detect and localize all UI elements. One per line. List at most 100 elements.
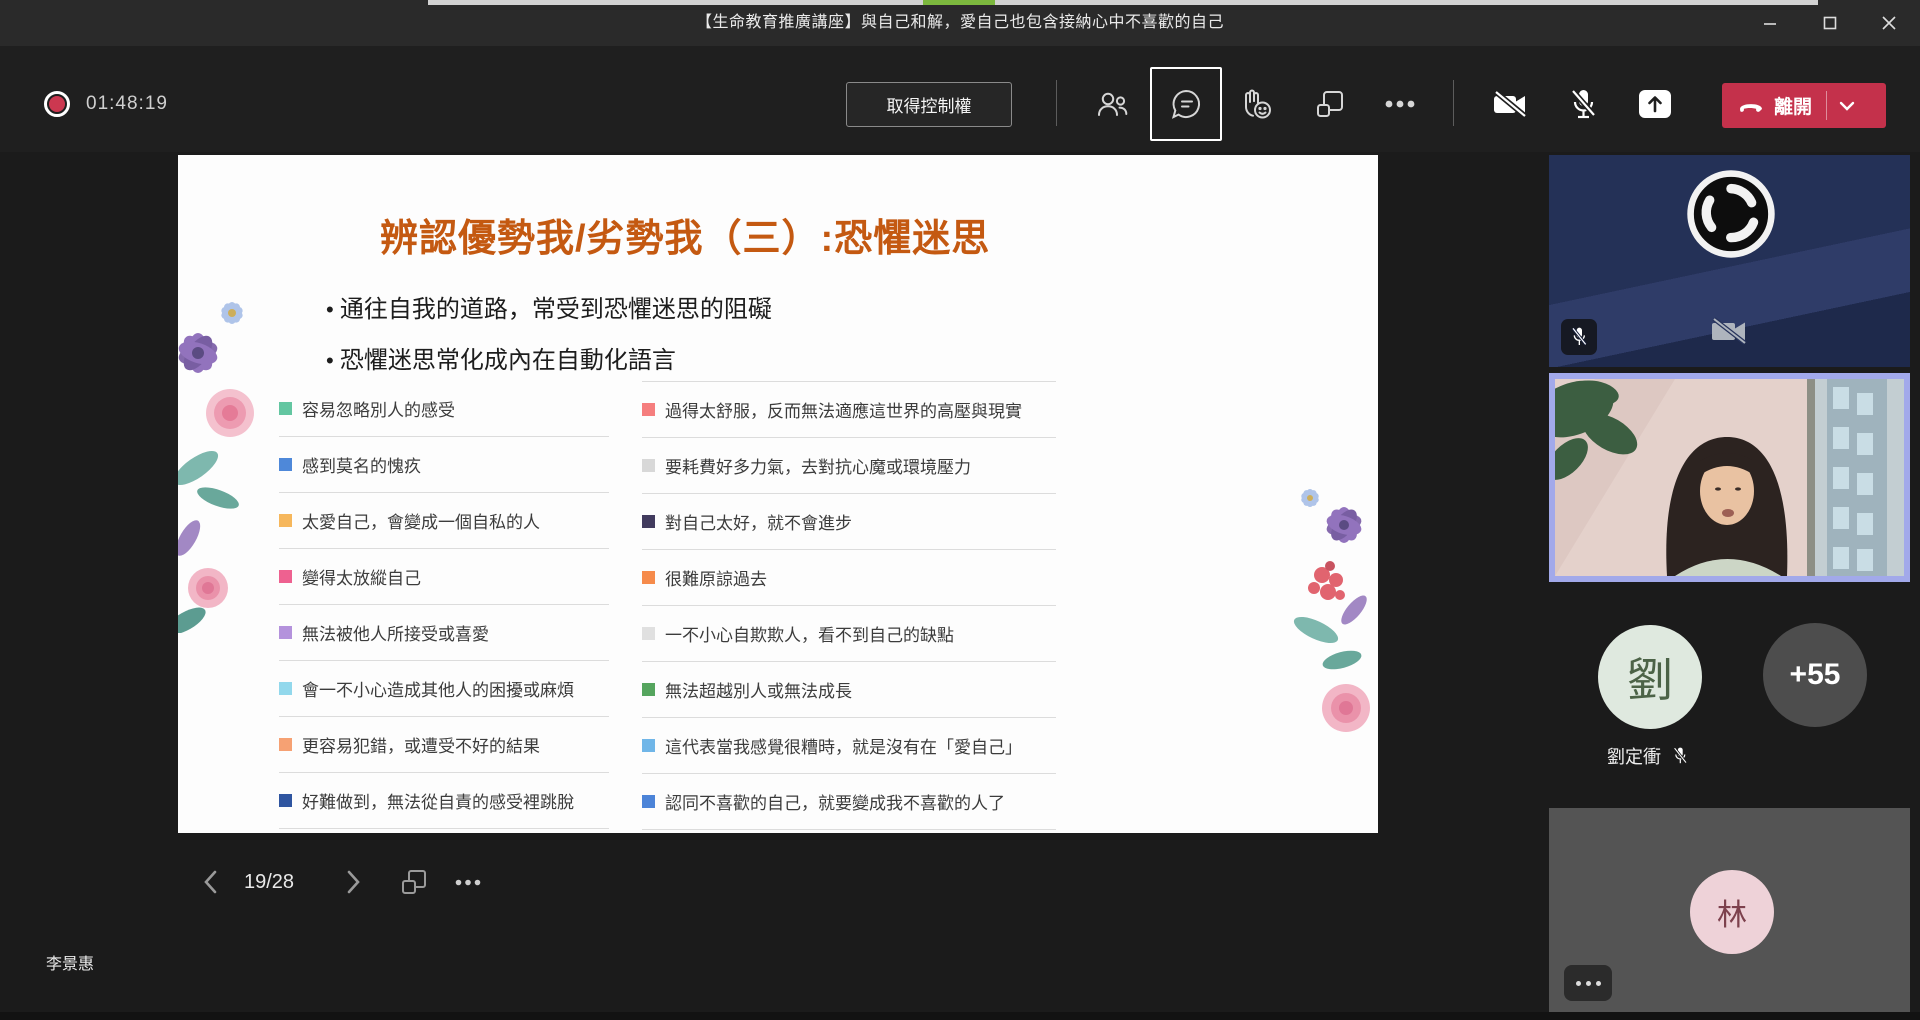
avatar-initial: 林 — [1717, 890, 1747, 934]
breakout-rooms-button[interactable] — [1308, 84, 1352, 124]
list-item: 無法被他人所接受或喜愛 — [279, 605, 609, 661]
legend-square — [642, 515, 655, 528]
participants-button[interactable] — [1090, 84, 1134, 124]
legend-square — [279, 514, 292, 527]
list-item-text: 很難原諒過去 — [665, 565, 767, 590]
list-item: 容易忽略別人的感受 — [279, 381, 609, 437]
hangup-phone-icon — [1738, 99, 1764, 112]
fear-list-right-column: 過得太舒服，反而無法適應這世界的高壓與現實 要耗費好多力氣，去對抗心魔或環境壓力… — [642, 381, 1056, 830]
chevron-left-icon — [203, 870, 217, 894]
list-item: 會一不小心造成其他人的困擾或麻煩 — [279, 661, 609, 717]
list-item-text: 會一不小心造成其他人的困擾或麻煩 — [302, 676, 574, 701]
legend-square — [642, 739, 655, 752]
slide-grid-icon — [400, 868, 428, 896]
next-slide-button[interactable] — [340, 868, 368, 896]
maximize-icon — [1823, 16, 1837, 30]
video-tile-obs[interactable] — [1549, 155, 1910, 367]
flower-decoration-left — [178, 283, 262, 633]
list-item: 對自己太好，就不會進步 — [642, 494, 1056, 550]
list-item: 感到莫名的愧疚 — [279, 437, 609, 493]
legend-square — [642, 459, 655, 472]
speaker-video-frame — [1555, 379, 1904, 576]
list-item: 更容易犯錯，或遭受不好的結果 — [279, 717, 609, 773]
overflow-count: +55 — [1790, 658, 1841, 692]
list-item: 無法超越別人或無法成長 — [642, 662, 1056, 718]
video-tile-lin[interactable]: 林 — [1549, 808, 1910, 1013]
list-item: 太愛自己，會變成一個自私的人 — [279, 493, 609, 549]
list-item: 很難原諒過去 — [642, 550, 1056, 606]
list-item-text: 好難做到，無法從自責的感受裡跳脫 — [302, 788, 574, 813]
leave-options-button[interactable] — [1839, 101, 1855, 111]
participant-name-row: 劉定衝 — [1607, 743, 1689, 769]
mic-toggle-button[interactable] — [1561, 84, 1605, 124]
list-item: 這代表當我感覺很糟時，就是沒有在「愛自己」 — [642, 718, 1056, 774]
more-actions-button[interactable] — [1378, 84, 1422, 124]
toolbar-divider — [1056, 80, 1057, 126]
previous-slide-button[interactable] — [196, 868, 224, 896]
meeting-toolbar: 01:48:19 取得控制權 — [0, 46, 1920, 152]
leave-button[interactable]: 離開 — [1722, 83, 1886, 128]
mic-off-icon — [1569, 326, 1589, 348]
list-item-text: 變得太放縱自己 — [302, 564, 421, 589]
share-screen-button[interactable] — [1633, 84, 1677, 124]
mic-off-icon — [1671, 746, 1689, 766]
list-item: 好難做到，無法從自責的感受裡跳脫 — [279, 773, 609, 829]
legend-square — [279, 626, 292, 639]
window-bottom-edge — [0, 1012, 1920, 1020]
avatar-initial: 劉 — [1627, 644, 1673, 710]
list-item-text: 無法被他人所接受或喜愛 — [302, 620, 489, 645]
fear-list-left-column: 容易忽略別人的感受 感到莫名的愧疚 太愛自己，會變成一個自私的人 變得太放縱自己… — [279, 381, 609, 829]
camera-toggle-button[interactable] — [1488, 84, 1532, 124]
mic-muted-badge — [1561, 319, 1597, 355]
slide-bullets: 通往自我的道路，常受到恐懼迷思的阻礙 恐懼迷思常化成內在自動化語言 — [326, 277, 772, 379]
list-item-text: 一不小心自欺欺人，看不到自己的缺點 — [665, 621, 954, 646]
tile-more-options-button[interactable] — [1564, 965, 1612, 1001]
camera-off-icon — [1491, 89, 1529, 119]
chat-icon — [1169, 87, 1203, 121]
list-item-text: 認同不喜歡的自己，就要變成我不喜歡的人了 — [665, 789, 1005, 814]
legend-square — [279, 738, 292, 751]
list-item-text: 過得太舒服，反而無法適應這世界的高壓與現實 — [665, 397, 1022, 422]
camera-off-badge — [1709, 316, 1749, 351]
legend-square — [279, 402, 292, 415]
list-item-text: 太愛自己，會變成一個自私的人 — [302, 508, 540, 533]
participant-avatar: 林 — [1690, 870, 1774, 954]
legend-square — [642, 571, 655, 584]
slide-bullet: 恐懼迷思常化成內在自動化語言 — [326, 342, 772, 379]
mic-off-icon — [1567, 87, 1599, 121]
breakout-rooms-icon — [1315, 89, 1345, 119]
meeting-title: 【生命教育推廣講座】與自己和解，愛自己也包含接納心中不喜歡的自己 — [0, 0, 1920, 46]
list-item-text: 更容易犯錯，或遭受不好的結果 — [302, 732, 540, 757]
close-icon — [1882, 16, 1896, 30]
leave-divider — [1826, 91, 1827, 120]
list-item-text: 這代表當我感覺很糟時，就是沒有在「愛自己」 — [665, 733, 1022, 758]
overflow-participants-avatar[interactable]: +55 — [1763, 623, 1867, 727]
slide-title: 辨認優勢我/劣勢我（三）:恐懼迷思 — [380, 207, 990, 262]
toolbar-divider — [1453, 80, 1454, 126]
list-item: 要耗費好多力氣，去對抗心魔或環境壓力 — [642, 438, 1056, 494]
legend-square — [279, 458, 292, 471]
minimize-button[interactable] — [1753, 8, 1787, 38]
reactions-icon — [1238, 88, 1274, 120]
obs-logo-icon — [1684, 167, 1778, 261]
chat-button[interactable] — [1150, 67, 1222, 141]
list-item: 過得太舒服，反而無法適應這世界的高壓與現實 — [642, 382, 1056, 438]
flower-decoration-right — [1284, 480, 1378, 745]
camera-off-icon — [1709, 316, 1749, 346]
reactions-button[interactable] — [1234, 84, 1278, 124]
slide-more-options-button[interactable] — [452, 874, 484, 890]
legend-square — [279, 794, 292, 807]
legend-square — [279, 570, 292, 583]
maximize-button[interactable] — [1813, 8, 1847, 38]
list-item-text: 對自己太好，就不會進步 — [665, 509, 852, 534]
more-actions-icon — [1385, 100, 1415, 108]
close-button[interactable] — [1872, 8, 1906, 38]
more-dots-icon — [455, 879, 481, 886]
take-control-button[interactable]: 取得控制權 — [846, 82, 1012, 127]
meeting-timer: 01:48:19 — [86, 93, 168, 115]
legend-square — [642, 403, 655, 416]
recording-indicator-icon — [44, 91, 70, 117]
slide-grid-view-button[interactable] — [398, 866, 430, 898]
participant-avatar[interactable]: 劉 — [1598, 625, 1702, 729]
video-tile-active-speaker[interactable] — [1549, 373, 1910, 582]
